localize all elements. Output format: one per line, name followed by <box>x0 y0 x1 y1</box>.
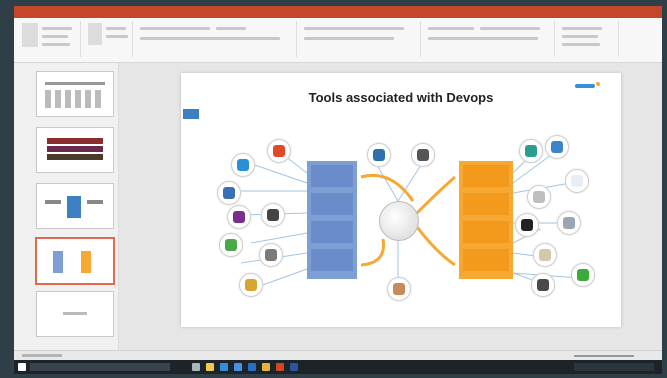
slide-thumbnail-4-selected[interactable] <box>35 237 115 285</box>
taskbar-search-box[interactable] <box>30 363 170 371</box>
paste-button[interactable] <box>22 23 38 47</box>
slides-group <box>84 21 133 57</box>
dev-stage-4 <box>311 249 353 271</box>
powerpoint-taskbar-icon[interactable] <box>276 363 284 371</box>
dev-stage-2 <box>311 193 353 215</box>
tool-icon-11 <box>387 277 411 301</box>
editing-group <box>558 21 619 57</box>
edge-icon[interactable] <box>220 363 228 371</box>
ribbon-tabs-bar <box>14 6 662 18</box>
tool-icon-14 <box>565 169 589 193</box>
drawing-group <box>424 21 555 57</box>
tool-icon-1 <box>231 153 255 177</box>
taskview-icon[interactable] <box>192 363 200 371</box>
tool-icon-16 <box>515 213 539 237</box>
tool-icon-8 <box>239 273 263 297</box>
slide-thumbnail-5[interactable] <box>36 291 114 337</box>
store-icon[interactable] <box>234 363 242 371</box>
tool-icon-10 <box>411 143 435 167</box>
dev-stage-1 <box>311 165 353 187</box>
word-icon[interactable] <box>290 363 298 371</box>
dev-stages-stack <box>307 161 357 279</box>
font-group <box>136 21 297 57</box>
slide-thumbnail-1[interactable] <box>36 71 114 117</box>
slide-editing-area[interactable]: Tools associated with Devops <box>119 63 662 350</box>
tool-icon-20 <box>531 273 555 297</box>
tool-icon-7 <box>259 243 283 267</box>
new-slide-button[interactable] <box>88 23 102 45</box>
tool-icon-6 <box>219 233 243 257</box>
dev-stage-3 <box>311 221 353 243</box>
ops-stages-stack <box>459 161 513 279</box>
slide[interactable]: Tools associated with Devops <box>181 73 621 327</box>
slide-thumbnail-2[interactable] <box>36 127 114 173</box>
tool-icon-9 <box>367 143 391 167</box>
ribbon <box>14 18 662 63</box>
tool-icon-15 <box>527 185 551 209</box>
ops-stage-3 <box>463 221 509 243</box>
ops-stage-4 <box>463 249 509 271</box>
tool-icon-5 <box>261 203 285 227</box>
ops-stage-1 <box>463 165 509 187</box>
slide-thumbnail-3[interactable] <box>36 183 114 229</box>
tool-icon-12 <box>519 139 543 163</box>
tool-icon-2 <box>267 139 291 163</box>
ops-stage-2 <box>463 193 509 215</box>
slide-counter <box>22 354 62 357</box>
tool-icon-13 <box>545 135 569 159</box>
tool-icon-17 <box>557 211 581 235</box>
center-hub <box>379 201 419 241</box>
system-tray <box>574 363 654 371</box>
tool-icon-19 <box>571 263 595 287</box>
tool-icon-3 <box>217 181 241 205</box>
zoom-slider[interactable] <box>574 355 634 357</box>
clipboard-group <box>18 21 81 57</box>
taskbar <box>14 360 662 374</box>
slide-thumbnails-pane <box>14 63 119 350</box>
start-icon[interactable] <box>18 363 26 371</box>
chrome-icon[interactable] <box>262 363 270 371</box>
paragraph-group <box>300 21 421 57</box>
tool-icon-18 <box>533 243 557 267</box>
tool-icon-4 <box>227 205 251 229</box>
explorer-icon[interactable] <box>206 363 214 371</box>
screen: Tools associated with Devops <box>14 6 662 374</box>
mail-icon[interactable] <box>248 363 256 371</box>
